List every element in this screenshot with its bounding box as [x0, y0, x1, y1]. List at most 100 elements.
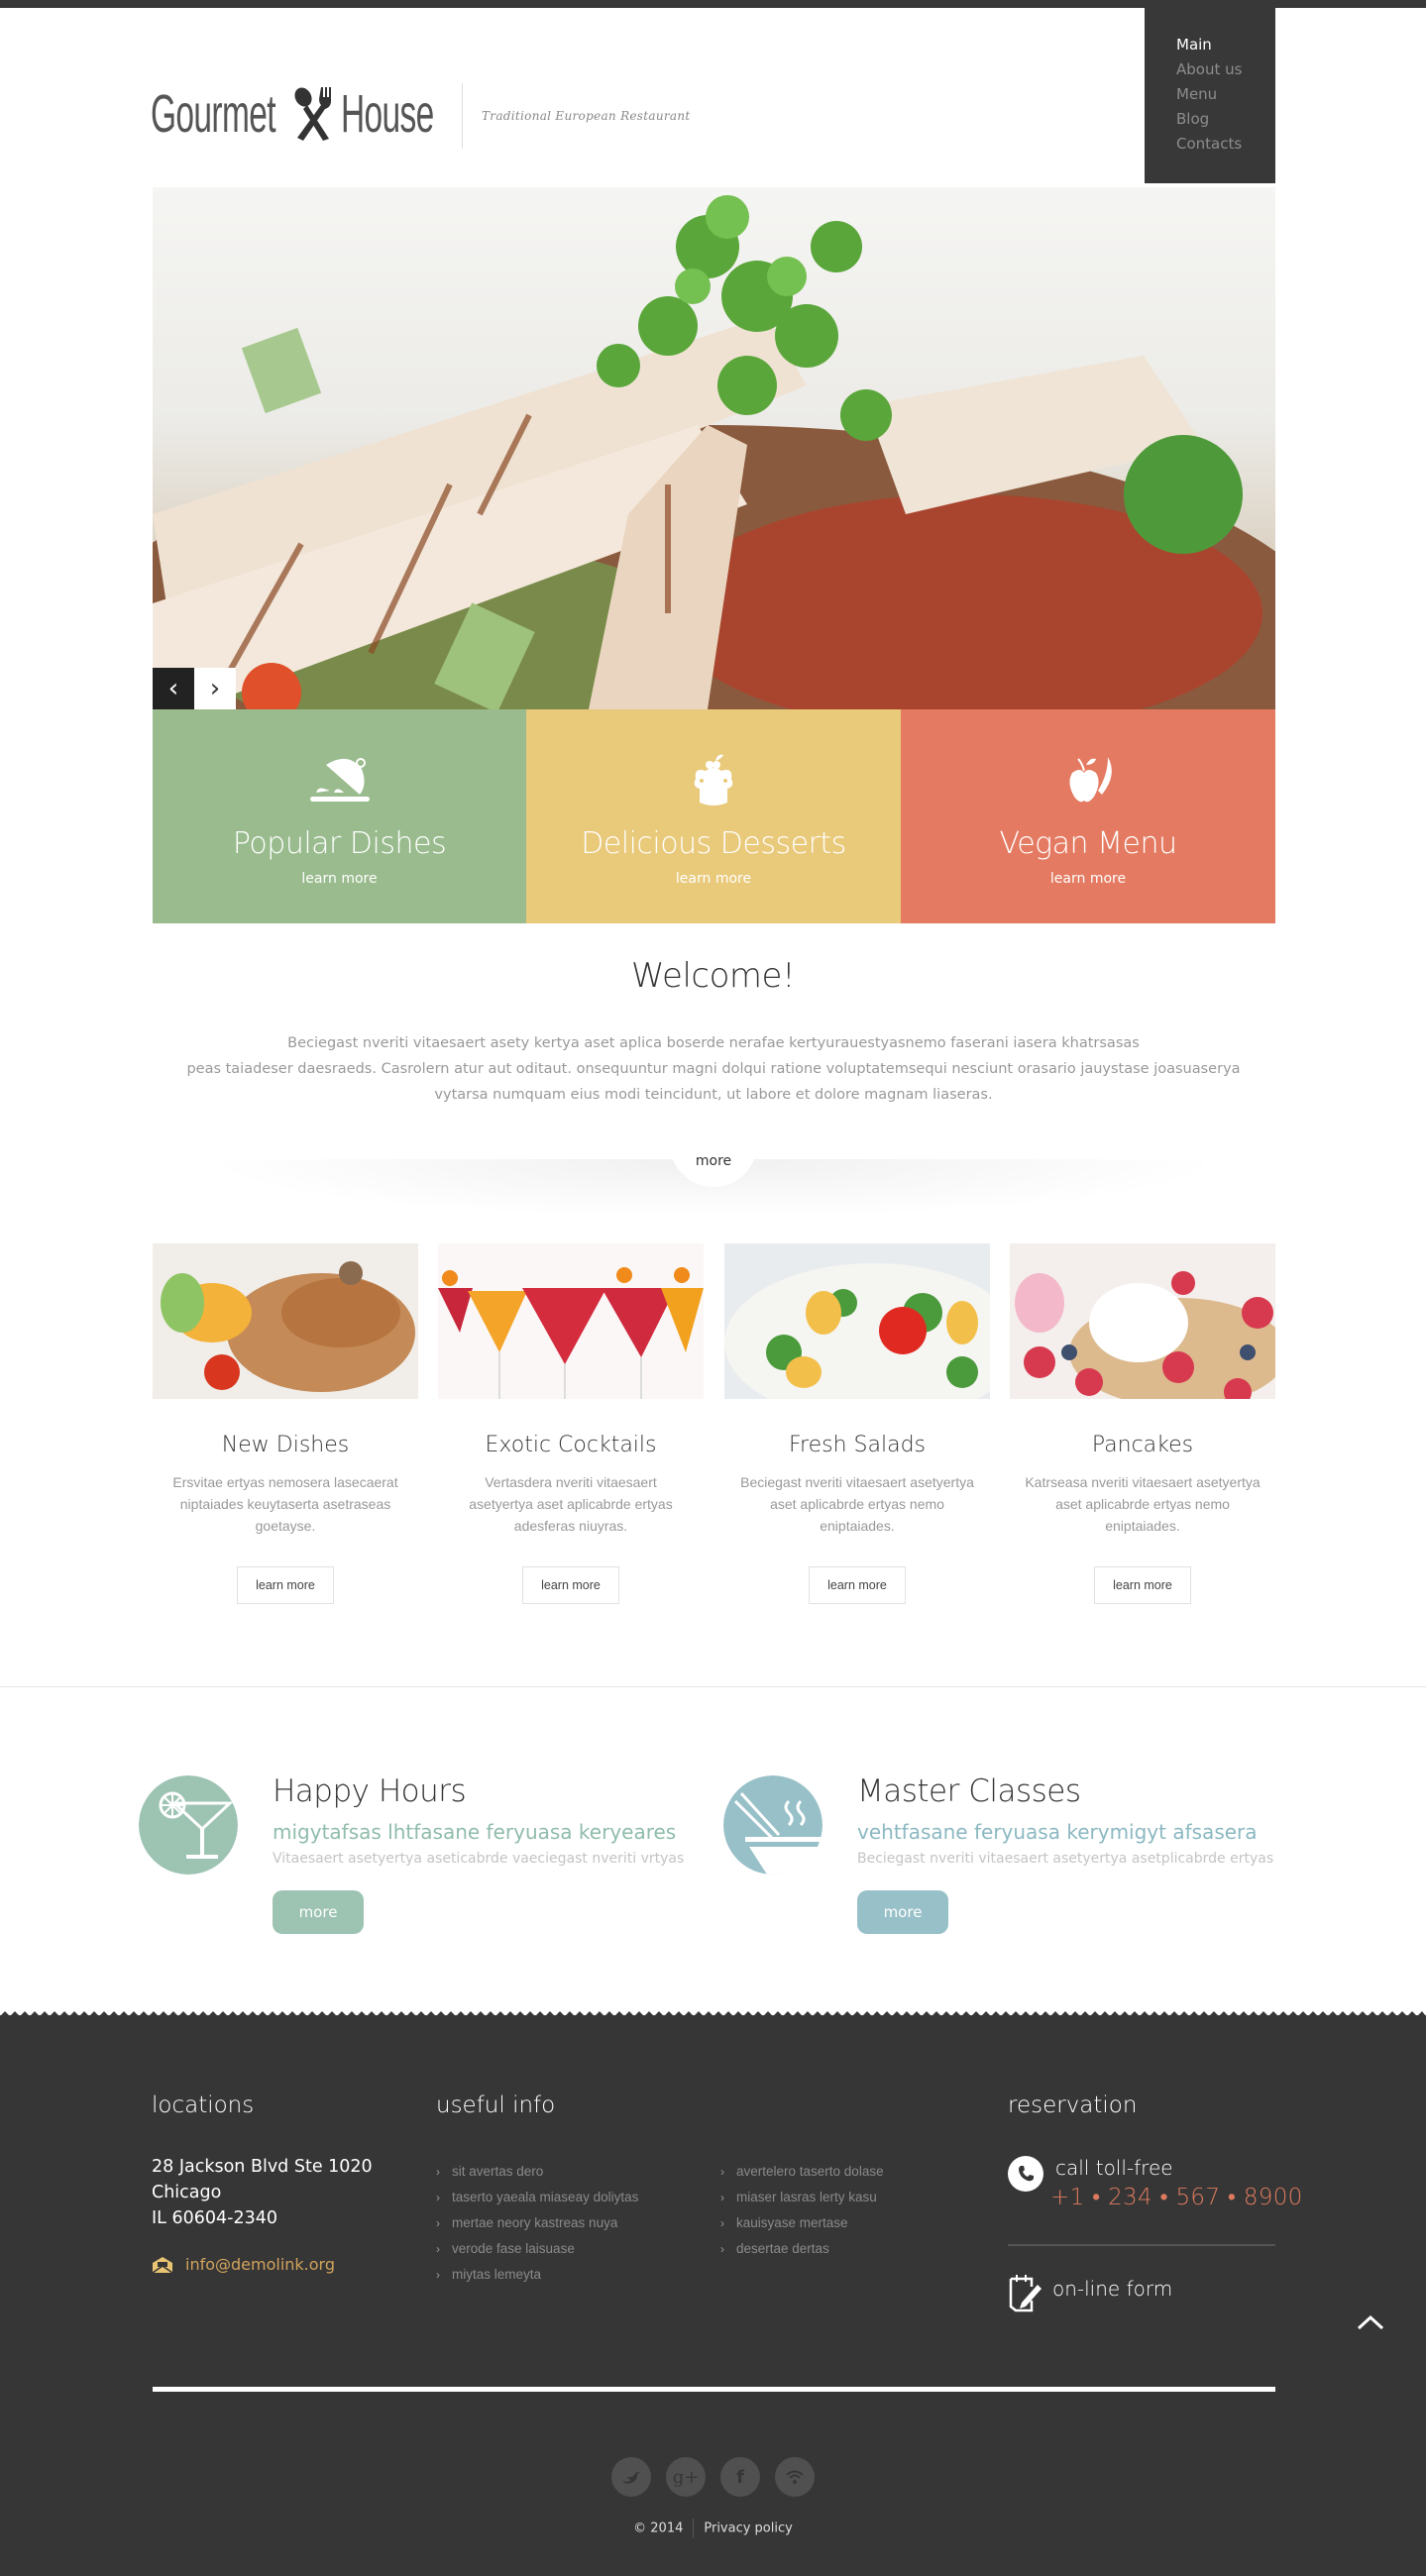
main-nav: Main About us Menu Blog Contacts — [1145, 8, 1275, 183]
feature-description: Vitaesaert asetyertya aseticabrde vaecie… — [273, 1851, 685, 1867]
copyright-bar: © 2014 Privacy policy — [0, 2519, 1426, 2538]
card-text: Katrseasa nveriti vitaesaert asetyertya … — [1025, 1474, 1261, 1534]
useful-info-link[interactable]: › taserto yaeala miaseay doliytas — [436, 2185, 638, 2210]
chevron-right-icon: › — [720, 2191, 724, 2204]
welcome-title: Welcome! — [630, 956, 796, 996]
chevron-right-icon: › — [436, 2268, 440, 2282]
master-classes-more-button[interactable]: more — [857, 1890, 948, 1934]
card-text: Vertasdera nveriti vitaesaert asetyertya… — [469, 1474, 673, 1534]
email-link[interactable]: info@demolink.org — [152, 2255, 335, 2274]
social-links: g+ f — [611, 2457, 815, 2497]
card-exotic-cocktails: Exotic Cocktails Vertasdera nveriti vita… — [438, 1243, 704, 1604]
useful-info-list-2: › avertelero taserto dolase › miaser lasra… — [720, 2159, 884, 2262]
chevron-left-icon: ‹ — [167, 674, 179, 703]
footer-locations-title: locations — [152, 2093, 255, 2118]
tile-learn-more-link[interactable]: learn more — [901, 871, 1275, 887]
useful-info-link[interactable]: › miytas lemeyta — [436, 2262, 638, 2288]
rss-icon[interactable] — [775, 2457, 815, 2497]
chevron-right-icon: › — [436, 2165, 440, 2179]
card-learn-more-button[interactable]: learn more — [237, 1566, 334, 1604]
happy-hours-more-button[interactable]: more — [273, 1890, 364, 1934]
slider-next-button[interactable]: › — [194, 668, 236, 709]
hero-image — [153, 187, 1275, 709]
address: 28 Jackson Blvd Ste 1020 Chicago IL 6060… — [152, 2154, 373, 2231]
card-image-fresh-salads — [724, 1243, 1022, 1422]
useful-info-list-1: › sit avertas dero › taserto yaeala miasea… — [436, 2159, 638, 2288]
card-learn-more-button[interactable]: learn more — [809, 1566, 906, 1604]
feature-subtitle: vehtfasane feryuasa kerymigyt afsasera — [857, 1820, 1258, 1844]
tile-learn-more-link[interactable]: learn more — [153, 871, 526, 887]
call-toll-free-label: call toll-free — [1055, 2156, 1173, 2180]
footer-divider — [153, 2387, 1275, 2392]
chevron-right-icon: › — [720, 2242, 724, 2256]
bowl-chopsticks-icon — [723, 1775, 823, 1875]
tile-popular-dishes[interactable]: Popular Dishes learn more — [153, 709, 526, 923]
reservation-divider — [1008, 2244, 1275, 2246]
top-bar — [0, 0, 1426, 8]
twitter-icon[interactable] — [611, 2457, 651, 2497]
chevron-right-icon: › — [436, 2191, 440, 2204]
address-line: IL 60604-2340 — [152, 2208, 277, 2228]
tagline: Traditional European Restaurant — [482, 109, 691, 123]
card-learn-more-button[interactable]: learn more — [522, 1566, 619, 1604]
chevron-right-icon: › — [436, 2216, 440, 2230]
useful-info-link[interactable]: › verode fase laisuase — [436, 2236, 638, 2262]
section-divider — [0, 1686, 1426, 1687]
card-image-new-dishes — [153, 1243, 418, 1399]
nav-item-contacts[interactable]: Contacts — [1176, 132, 1275, 157]
feature-title: Master Classes — [857, 1773, 1081, 1809]
tile-title: Vegan Menu — [999, 826, 1177, 861]
google-plus-icon[interactable]: g+ — [666, 2457, 706, 2497]
useful-info-link[interactable]: › sit avertas dero — [436, 2159, 638, 2185]
chevron-right-icon: › — [720, 2216, 724, 2230]
online-form-link[interactable]: on-line form — [1052, 2277, 1172, 2301]
nav-item-about-us[interactable]: About us — [1176, 57, 1275, 82]
privacy-policy-link[interactable]: Privacy policy — [704, 2522, 792, 2536]
phone-number[interactable]: +1 • 234 • 567 • 8900 — [1050, 2184, 1303, 2210]
nav-item-menu[interactable]: Menu — [1176, 82, 1275, 107]
footer-zigzag-edge — [0, 2011, 1426, 2016]
card-fresh-salads: Fresh Salads Beciegast nveriti vitaesaer… — [724, 1243, 1022, 1604]
welcome-line: Beciegast nveriti vitaesaert asety kerty… — [287, 1035, 1140, 1051]
nav-item-blog[interactable]: Blog — [1176, 107, 1275, 132]
card-pancakes: Pancakes Katrseasa nveriti vitaesaert as… — [1010, 1243, 1287, 1604]
feature-title: Happy Hours — [273, 1773, 467, 1809]
useful-info-link[interactable]: › mertae neory kastreas nuya — [436, 2210, 638, 2236]
copyright-text: © 2014 — [633, 2521, 684, 2536]
feature-description: Beciegast nveriti vitaesaert asetyertya … — [857, 1851, 1274, 1867]
scroll-to-top-button[interactable] — [1356, 2312, 1385, 2332]
feature-subtitle: migytafsas lhtfasane feryuasa keryeares — [273, 1820, 677, 1844]
useful-info-link[interactable]: › desertae dertas — [720, 2236, 884, 2262]
logo-divider — [462, 83, 463, 149]
address-line: Chicago — [152, 2183, 222, 2202]
tile-vegan-menu[interactable]: Vegan Menu learn more — [901, 709, 1275, 923]
address-line: 28 Jackson Blvd Ste 1020 — [152, 2157, 373, 2177]
nav-item-main[interactable]: Main — [1176, 33, 1275, 57]
logo-word-gourmet: Gourmet — [151, 84, 276, 144]
chevron-right-icon: › — [720, 2165, 724, 2179]
card-learn-more-button[interactable]: learn more — [1094, 1566, 1191, 1604]
useful-info-link[interactable]: › avertelero taserto dolase — [720, 2159, 884, 2185]
useful-info-link[interactable]: › kauisyase mertase — [720, 2210, 884, 2236]
apple-icon — [1069, 757, 1112, 803]
chevron-right-icon: › — [209, 674, 221, 703]
phone-icon — [1008, 2156, 1043, 2192]
card-title: Exotic Cocktails — [485, 1433, 657, 1457]
card-text: Beciegast nveriti vitaesaert asetyertya … — [740, 1474, 974, 1534]
card-new-dishes: New Dishes Ersvitae ertyas nemosera lase… — [153, 1243, 418, 1604]
tile-title: Popular Dishes — [232, 826, 447, 861]
cake-icon — [694, 754, 733, 805]
cloche-icon — [309, 758, 370, 802]
welcome-text: Beciegast nveriti vitaesaert asety kerty… — [159, 1030, 1268, 1108]
facebook-icon[interactable]: f — [720, 2457, 760, 2497]
tile-delicious-desserts[interactable]: Delicious Desserts learn more — [526, 709, 901, 923]
slider-prev-button[interactable]: ‹ — [153, 668, 194, 709]
card-title: Fresh Salads — [788, 1433, 926, 1457]
tile-learn-more-link[interactable]: learn more — [526, 871, 901, 887]
form-pencil-icon — [1009, 2275, 1042, 2312]
card-title: New Dishes — [221, 1433, 350, 1457]
footer-reservation-title: reservation — [1008, 2093, 1138, 2118]
hero-slider: ‹ › — [153, 187, 1275, 709]
logo-word-house: House — [341, 84, 434, 144]
useful-info-link[interactable]: › miaser lasras lerty kasu — [720, 2185, 884, 2210]
